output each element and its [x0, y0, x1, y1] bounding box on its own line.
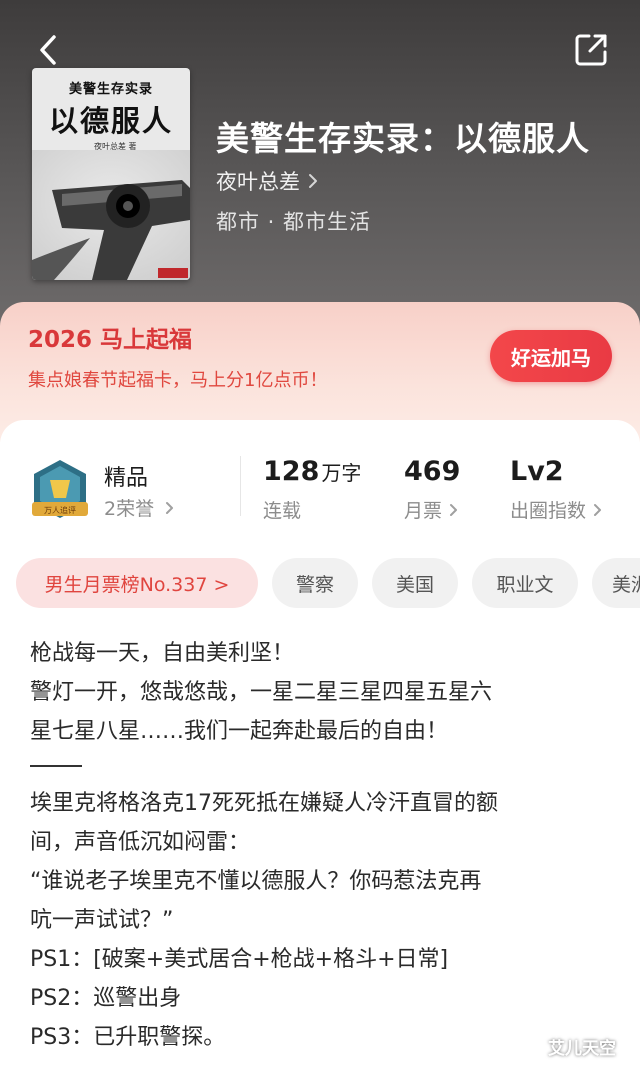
watermark: 艾儿天空 [548, 1039, 616, 1059]
tag-item[interactable]: 美国 [372, 558, 458, 608]
monthly-ticket-link[interactable]: 月票 [404, 496, 459, 523]
promo-subtitle: 集点娘春节起福卡，马上分1亿点币！ [28, 370, 328, 391]
honor-count-link[interactable]: 2荣誉 [104, 494, 175, 521]
synopsis-line: 吭一声试试？” [30, 908, 174, 933]
book-header: 美警生存实录 以德服人 夜叶总差 著 美警生存实录：以德服人 夜叶总差 都市 ·… [0, 0, 640, 330]
synopsis-line: 间，声音低沉如闷雷： [30, 830, 251, 855]
back-arrow-icon [40, 35, 56, 65]
synopsis-line: PS3：已升职警探。 [30, 1025, 226, 1050]
honor-badge-text: 万人追评 [44, 505, 76, 515]
chevron-right-icon [309, 174, 317, 188]
synopsis-separator [30, 765, 82, 767]
monthly-ticket-label: 月票 [404, 500, 443, 522]
influence-label: 出圈指数 [510, 500, 587, 522]
word-count-number: 128 [263, 456, 320, 487]
cover-title-text: 以德服人 [48, 104, 173, 138]
chevron-right-icon [166, 501, 174, 514]
promo-title: 2026 马上起福 [28, 327, 193, 353]
book-detail-page: 美警生存实录 以德服人 夜叶总差 著 美警生存实录：以德服人 夜叶总差 都市 ·… [0, 0, 640, 1070]
tag-item[interactable]: 美洲 [592, 558, 640, 608]
book-cover[interactable]: 美警生存实录 以德服人 夜叶总差 著 [32, 68, 190, 280]
share-icon [575, 34, 607, 66]
back-button[interactable] [28, 28, 72, 72]
cover-series-text: 美警生存实录 [68, 82, 153, 97]
book-title: 美警生存实录：以德服人 [216, 119, 590, 158]
influence-value: Lv2 [510, 456, 564, 487]
synopsis-line: 警灯一开，悠哉悠哉，一星二星三星四星五星六 [30, 680, 493, 705]
tag-item[interactable]: 职业文 [472, 558, 578, 608]
chevron-right-icon [450, 503, 458, 516]
chevron-right-icon [594, 503, 602, 516]
promo-action-button[interactable]: 好运加马 [490, 330, 612, 382]
synopsis-line: 枪战每一天，自由美利坚！ [30, 641, 295, 666]
honor-title: 精品 [104, 466, 149, 491]
honor-count: 2荣誉 [104, 498, 155, 520]
share-button[interactable] [570, 28, 614, 72]
rank-tag[interactable]: 男生月票榜No.337 > [16, 558, 258, 608]
synopsis-line: PS1：[破案+美式居合+枪战+格斗+日常] [30, 947, 449, 972]
influence-link[interactable]: 出圈指数 [510, 496, 603, 523]
pistol-illustration [32, 150, 190, 280]
synopsis-line: 星七星八星……我们一起奔赴最后的自由！ [30, 719, 449, 744]
tag-row: 男生月票榜No.337 > 警察 美国 职业文 美洲 [16, 558, 640, 608]
synopsis-line: 埃里克将格洛克17死死抵在嫌疑人冷汗直冒的额 [30, 791, 498, 816]
word-count-value: 128 万字 [263, 456, 361, 487]
author-name: 夜叶总差 [216, 170, 300, 194]
book-category: 都市 · 都市生活 [216, 210, 372, 234]
book-info-card: 万人追评 精品 2荣誉 128 万字 连载 469 月票 Lv2 出圈指数 男生… [0, 420, 640, 1070]
book-synopsis[interactable]: 枪战每一天，自由美利坚！ 警灯一开，悠哉悠哉，一星二星三星四星五星六 星七星八星… [30, 634, 610, 1057]
serial-status: 连载 [263, 500, 302, 522]
tag-item[interactable]: 警察 [272, 558, 358, 608]
honor-badge-icon[interactable]: 万人追评 [30, 458, 90, 522]
synopsis-line: “谁说老子埃里克不懂以德服人？你码惹法克再 [30, 869, 482, 894]
stats-divider [240, 456, 241, 516]
monthly-ticket-value: 469 [404, 456, 461, 487]
synopsis-line: PS2：巡警出身 [30, 986, 182, 1011]
word-count-unit: 万字 [321, 461, 362, 485]
author-link[interactable]: 夜叶总差 [216, 166, 320, 196]
